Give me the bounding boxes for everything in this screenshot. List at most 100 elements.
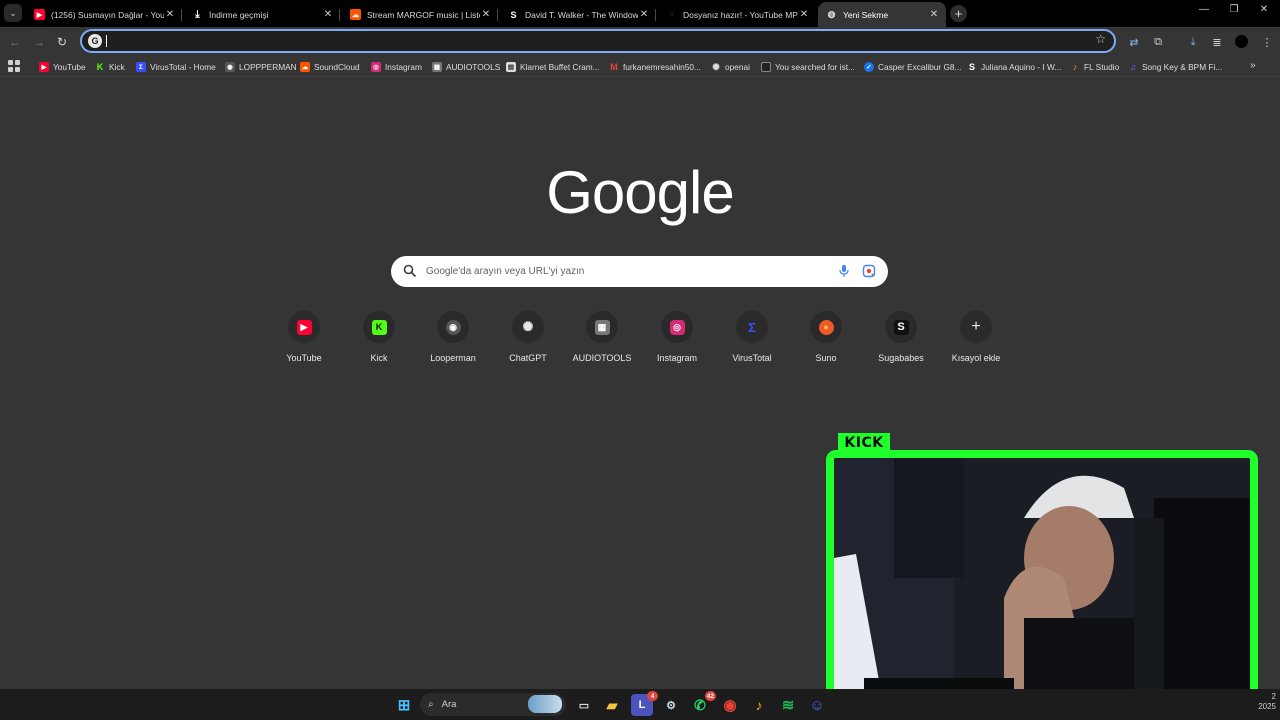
- clock-date: 2025: [1258, 702, 1276, 711]
- shortcut-chatgpt[interactable]: ✺ ChatGPT: [493, 311, 563, 363]
- site-s-icon: S: [510, 9, 517, 20]
- tab-downloads[interactable]: ⤓ İndirme geçmişi ✕: [184, 2, 340, 27]
- shortcut-instagram[interactable]: ◎ Instagram: [642, 311, 712, 363]
- shortcut-tile: Σ: [736, 311, 768, 343]
- suno-icon: ●: [818, 319, 834, 335]
- tab-title: İndirme geçmişi: [209, 9, 269, 20]
- bookmark-audiotools[interactable]: ▦ AUDIOTOOLS: [432, 60, 500, 74]
- menu-icon[interactable]: ⋮: [1259, 34, 1275, 50]
- shortcut-add[interactable]: + Kısayol ekle: [941, 311, 1011, 363]
- ntp-search-box[interactable]: Google'da arayın veya URL'yi yazın: [391, 256, 888, 287]
- window-close-icon[interactable]: ✕: [1251, 4, 1277, 15]
- bookmark-casper[interactable]: ✓ Casper Excalibur G8...: [864, 60, 961, 74]
- bookmark-flstudio[interactable]: ♪ FL Studio: [1070, 60, 1119, 74]
- tab-youtube-mp3[interactable]: ◌ Dosyanız hazır! - YouTube MP3 ✕: [658, 2, 816, 27]
- bookmark-label: You searched for ist...: [775, 62, 855, 72]
- fl-studio-icon[interactable]: ♪: [748, 694, 770, 716]
- close-icon[interactable]: ✕: [164, 9, 176, 20]
- shortcut-label: Kısayol ekle: [951, 353, 1001, 363]
- microphone-icon[interactable]: [837, 264, 851, 278]
- chatgpt-icon: ✺: [522, 319, 534, 334]
- bookmark-looperman[interactable]: ◉ LOPPPERMAN: [225, 60, 297, 74]
- media-control-icon[interactable]: ≣: [1209, 34, 1225, 50]
- shortcut-kick[interactable]: K Kick: [344, 311, 414, 363]
- shortcut-youtube[interactable]: ▶ YouTube: [269, 311, 339, 363]
- virustotal-icon: Σ: [748, 319, 756, 335]
- translate-icon[interactable]: ⇄: [1126, 34, 1142, 50]
- chrome-icon[interactable]: ◉: [719, 694, 741, 716]
- shortcut-label: Looperman: [430, 353, 476, 363]
- bookmark-virustotal[interactable]: Σ VirusTotal - Home: [136, 60, 216, 74]
- discord-icon[interactable]: ☺: [806, 694, 828, 716]
- teams-icon[interactable]: L4: [631, 691, 658, 716]
- bookmark-songkey[interactable]: ♫ Song Key & BPM Fi...: [1128, 60, 1223, 74]
- download-icon[interactable]: ⤓: [1185, 34, 1201, 50]
- close-icon[interactable]: ✕: [480, 9, 492, 20]
- close-icon[interactable]: ✕: [322, 9, 334, 20]
- address-input[interactable]: [108, 33, 1068, 49]
- bookmark-youtube[interactable]: ▶ YouTube: [39, 60, 86, 74]
- profile-avatar[interactable]: [1235, 35, 1248, 48]
- youtube-icon: ▶: [34, 9, 45, 20]
- shortcut-label: Suno: [815, 353, 837, 363]
- shortcut-suno[interactable]: ● Suno: [791, 311, 861, 363]
- tab-david-walker[interactable]: S David T. Walker - The Windows ✕: [500, 2, 656, 27]
- google-lens-icon[interactable]: [862, 264, 876, 278]
- bookmark-label: FL Studio: [1084, 62, 1120, 72]
- tab-separator: [497, 9, 498, 21]
- bookmark-search[interactable]: You searched for ist...: [761, 60, 855, 74]
- tab-soundcloud[interactable]: ☁ Stream MARGOF music | Listen ✕: [342, 2, 498, 27]
- taskbar-search[interactable]: ⌕ Ara: [420, 693, 566, 716]
- webcam-overlay: [826, 450, 1258, 705]
- browser-window: ⌄ ▶ (1256) Susmayın Dağlar - YouTube ✕ ⤓…: [0, 0, 1280, 720]
- extensions-icon[interactable]: ⧉: [1150, 34, 1166, 50]
- minimize-icon[interactable]: —: [1191, 4, 1217, 15]
- songkey-icon: ♫: [1129, 62, 1137, 72]
- shortcut-audiotools[interactable]: ▦ AUDIOTOOLS: [567, 311, 637, 363]
- restore-icon[interactable]: ❐: [1221, 4, 1247, 15]
- spotify-icon[interactable]: ≋: [777, 694, 799, 716]
- shortcut-tile: ▶: [288, 311, 320, 343]
- system-clock[interactable]: 2 2025: [1230, 692, 1276, 712]
- chevron-right-icon[interactable]: »: [1250, 60, 1256, 71]
- bookmark-juliana[interactable]: S Juliana Aquino - I W...: [967, 60, 1061, 74]
- bookmark-instagram[interactable]: ◎ Instagram: [371, 60, 422, 74]
- task-view-icon[interactable]: ▭: [573, 694, 595, 716]
- tab-title: (1256) Susmayın Dağlar - YouTube: [51, 9, 164, 20]
- bookmark-star-icon[interactable]: ☆: [1095, 32, 1106, 46]
- bookmark-openai[interactable]: ✺ openai: [711, 60, 750, 74]
- tab-title: Stream MARGOF music | Listen: [367, 9, 480, 20]
- tab-title: Yeni Sekme: [843, 9, 889, 20]
- address-bar[interactable]: G ☆: [80, 29, 1116, 53]
- close-icon[interactable]: ✕: [638, 9, 650, 20]
- bookmark-kick[interactable]: K Kick: [95, 60, 125, 74]
- bookmark-label: openai: [725, 62, 750, 72]
- steam-icon[interactable]: ⚙: [660, 694, 682, 716]
- reload-icon[interactable]: ↻: [53, 33, 71, 51]
- gmail-icon: M: [610, 62, 618, 72]
- tab-youtube[interactable]: ▶ (1256) Susmayın Dağlar - YouTube ✕: [26, 2, 182, 27]
- site-icon: [761, 62, 771, 72]
- whatsapp-glyph: ✆: [694, 696, 706, 713]
- windows-start-icon[interactable]: ⊞: [393, 694, 415, 716]
- tab-search-icon[interactable]: ⌄: [4, 4, 22, 22]
- shortcut-sugababes[interactable]: S Sugababes: [866, 311, 936, 363]
- whatsapp-icon[interactable]: ✆ 42: [689, 691, 716, 716]
- forward-icon[interactable]: →: [30, 33, 48, 51]
- close-icon[interactable]: ✕: [928, 9, 940, 20]
- bookmark-label: Song Key & BPM Fi...: [1142, 62, 1223, 72]
- youtube-icon: ▶: [296, 319, 312, 335]
- close-icon[interactable]: ✕: [798, 9, 810, 20]
- tab-new-tab[interactable]: ◍ Yeni Sekme ✕: [818, 2, 946, 27]
- kick-icon: K: [96, 62, 104, 72]
- bookmark-gmail[interactable]: Mfurkanemresahin50...: [609, 60, 701, 74]
- apps-grid-icon[interactable]: [8, 60, 20, 72]
- shortcut-virustotal[interactable]: Σ VirusTotal: [717, 311, 787, 363]
- new-tab-button[interactable]: +: [950, 5, 967, 22]
- bookmark-soundcloud[interactable]: ☁ SoundCloud: [300, 60, 360, 74]
- taskbar: ⊞ ⌕ Ara ▭ ▰ L4 ⚙ ✆ 42 ◉ ♪ ≋ ☺: [0, 689, 1280, 720]
- file-explorer-icon[interactable]: ▰: [601, 694, 623, 716]
- shortcut-looperman[interactable]: ◉ Looperman: [418, 311, 488, 363]
- back-icon[interactable]: ←: [6, 33, 24, 51]
- bookmark-klarnet[interactable]: ▤ Klarnet Buffet Cram...: [506, 60, 600, 74]
